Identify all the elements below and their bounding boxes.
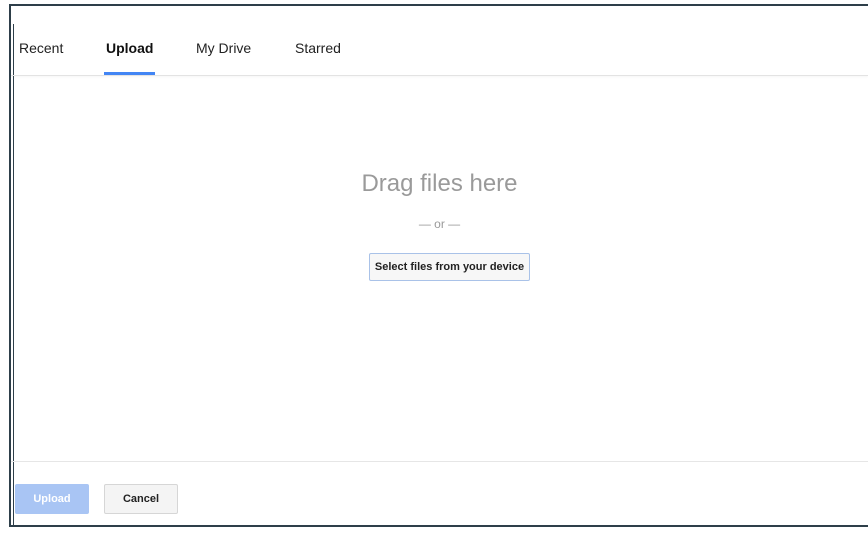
upload-dropzone[interactable]: Drag files here — or — Select files from… bbox=[11, 77, 868, 461]
select-files-button[interactable]: Select files from your device bbox=[369, 253, 530, 281]
tab-upload[interactable]: Upload bbox=[106, 40, 153, 56]
tab-bar: Recent Upload My Drive Starred bbox=[11, 6, 868, 76]
dropzone-title: Drag files here bbox=[361, 170, 518, 197]
active-tab-indicator bbox=[104, 72, 155, 75]
tab-my-drive[interactable]: My Drive bbox=[196, 40, 251, 56]
tab-starred[interactable]: Starred bbox=[295, 40, 341, 56]
dialog-footer: Upload Cancel bbox=[11, 461, 868, 528]
cancel-button[interactable]: Cancel bbox=[104, 484, 178, 514]
tab-recent[interactable]: Recent bbox=[19, 40, 63, 56]
upload-button[interactable]: Upload bbox=[15, 484, 89, 514]
or-separator: — or — bbox=[418, 217, 461, 231]
